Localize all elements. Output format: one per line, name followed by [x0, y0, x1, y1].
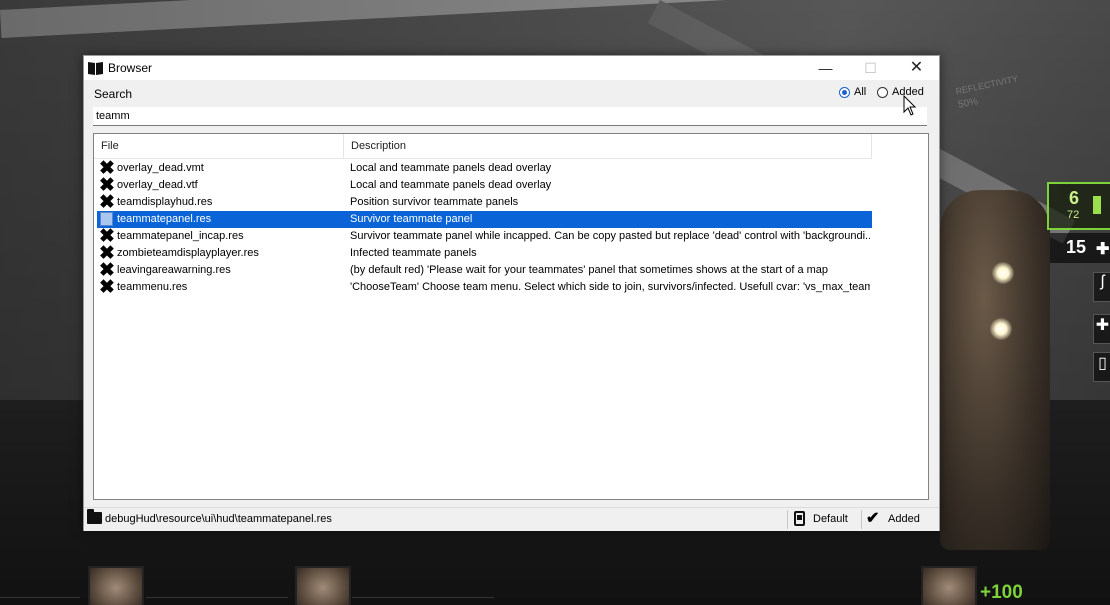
status-divider: [861, 510, 862, 529]
file-description: Local and teammate panels dead overlay: [350, 179, 552, 191]
browser-window: Browser — ☐ ✕ Search All Added File Desc…: [83, 55, 940, 531]
ammo-clip: 6: [1069, 188, 1080, 208]
item-counter: 15 ✚: [1050, 233, 1110, 263]
file-description: Survivor teammate panel: [350, 213, 473, 225]
column-header-description[interactable]: Description: [344, 134, 872, 158]
ammo-counter: 6 72: [1047, 182, 1110, 230]
folder-icon: [87, 509, 102, 524]
maximize-button[interactable]: ☐: [848, 56, 893, 80]
item-count: 15: [1066, 237, 1087, 257]
table-row[interactable]: ✖ overlay_dead.vtf Local and teammate pa…: [97, 176, 872, 195]
table-row[interactable]: ✖ zombieteamdisplayplayer.res Infected t…: [97, 244, 872, 263]
filter-all-label[interactable]: All: [854, 86, 866, 98]
checkmark-icon: ✔: [866, 510, 880, 527]
teammate-portrait: [295, 566, 351, 605]
x-icon: ✖: [99, 277, 115, 298]
book-icon: [88, 62, 103, 75]
status-bar: debugHud\resource\ui\hud\teammatepanel.r…: [84, 507, 939, 531]
radio-selected-icon[interactable]: [839, 87, 850, 98]
file-list[interactable]: File Description ✖ overlay_dead.vmt Loca…: [93, 133, 929, 500]
default-label: Default: [813, 513, 848, 525]
player-health: +100: [980, 582, 1023, 603]
search-label: Search: [94, 87, 133, 101]
added-label: Added: [888, 513, 920, 525]
player-portrait: [921, 566, 977, 605]
pill-icon: ✚: [1096, 241, 1110, 258]
file-name: teamdisplayhud.res: [117, 196, 213, 208]
flashlight-glow: [992, 262, 1014, 284]
ammo-reserve: 72: [1067, 209, 1080, 221]
file-description: Survivor teammate panel while incapped. …: [350, 230, 870, 242]
file-name: teammenu.res: [117, 281, 188, 293]
teammate-portrait: [88, 566, 144, 605]
table-row[interactable]: ✖ teammenu.res 'ChooseTeam' Choose team …: [97, 277, 872, 298]
flashlight-glow: [990, 318, 1012, 340]
status-divider: [787, 510, 788, 529]
file-description: Infected teammate panels: [350, 247, 477, 259]
device-icon: [794, 511, 805, 526]
file-name: teammatepanel_incap.res: [117, 230, 244, 242]
table-row[interactable]: ✖ teamdisplayhud.res Position survivor t…: [97, 192, 872, 213]
ceiling-beam: [0, 0, 761, 38]
mouse-cursor-icon: [903, 95, 917, 116]
medkit-icon: ✚: [1093, 314, 1110, 344]
table-row-selected[interactable]: teammatepanel.res Survivor teammate pane…: [97, 211, 872, 228]
title-bar[interactable]: Browser — ☐ ✕: [84, 56, 939, 80]
wall-sign-text: REFLECTIVITY: [954, 73, 1019, 97]
inventory-slot-icon: ▯: [1093, 352, 1110, 382]
file-description: Local and teammate panels dead overlay: [350, 162, 552, 174]
radio-unselected-icon[interactable]: [877, 87, 888, 98]
file-icon: [100, 212, 113, 226]
table-row[interactable]: ✖ leavingareawarning.res (by default red…: [97, 261, 872, 280]
file-name: leavingareawarning.res: [117, 264, 231, 276]
table-row[interactable]: ✖ teammatepanel_incap.res Survivor teamm…: [97, 227, 872, 246]
wall-sign-percent: 50%: [957, 96, 979, 111]
inventory-slot-icon: ʃ: [1093, 272, 1110, 302]
list-header: File Description: [94, 134, 872, 159]
file-name: overlay_dead.vtf: [117, 179, 198, 191]
window-title: Browser: [108, 61, 153, 75]
survivor-characters: [940, 190, 1050, 550]
file-description: Position survivor teammate panels: [350, 196, 519, 208]
search-input[interactable]: [93, 107, 927, 126]
file-description: (by default red) 'Please wait for your t…: [350, 264, 829, 276]
status-path: debugHud\resource\ui\hud\teammatepanel.r…: [105, 513, 332, 525]
teammate-health-bar: [0, 597, 80, 605]
minimize-button[interactable]: —: [803, 56, 848, 80]
file-name: overlay_dead.vmt: [117, 162, 204, 174]
teammate-health-bar: [146, 597, 288, 605]
file-name: teammatepanel.res: [117, 213, 212, 225]
x-icon: ✖: [99, 192, 115, 213]
close-button[interactable]: ✕: [894, 56, 939, 80]
column-header-file[interactable]: File: [94, 134, 344, 158]
table-row[interactable]: ✖ overlay_dead.vmt Local and teammate pa…: [97, 159, 872, 178]
ammo-bar: [1093, 196, 1101, 214]
teammate-health-bar: [352, 597, 494, 605]
file-description: 'ChooseTeam' Choose team menu. Select wh…: [350, 281, 870, 293]
file-name: zombieteamdisplayplayer.res: [117, 247, 259, 259]
